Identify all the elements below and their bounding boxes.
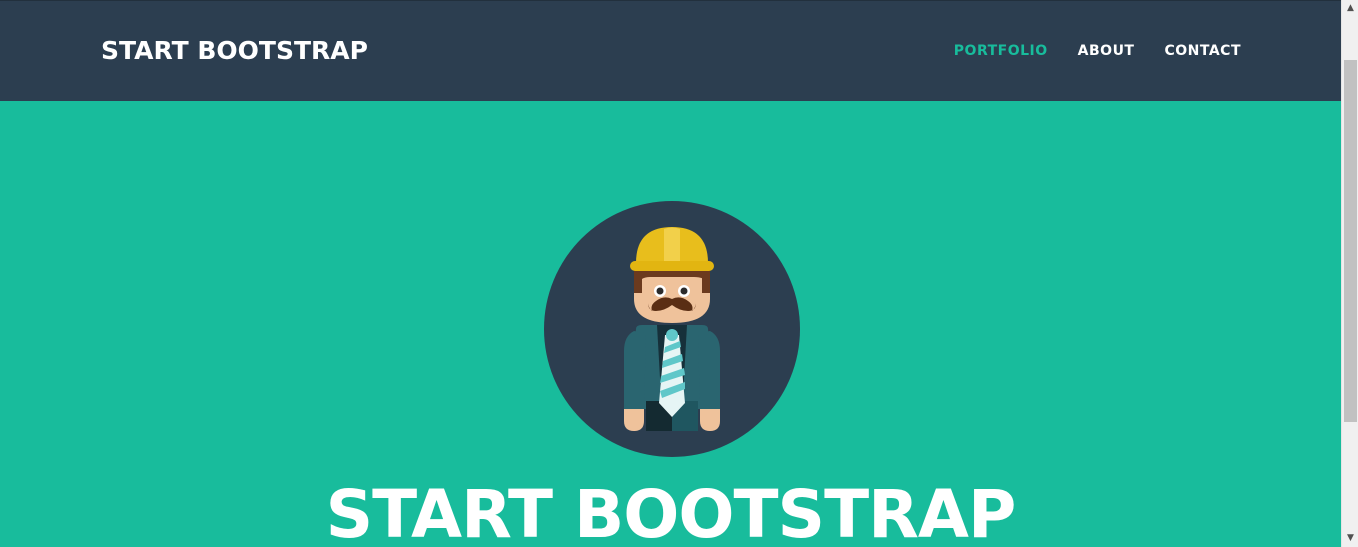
hero-title: START BOOTSTRAP — [325, 476, 1017, 547]
nav-link-contact[interactable]: CONTACT — [1149, 42, 1241, 60]
top-navbar: START BOOTSTRAP PORTFOLIO ABOUT CONTACT — [0, 0, 1341, 101]
page-viewport: START BOOTSTRAP PORTFOLIO ABOUT CONTACT — [0, 0, 1341, 547]
chevron-up-icon[interactable]: ▲ — [1342, 0, 1358, 17]
navbar-brand[interactable]: START BOOTSTRAP — [101, 36, 368, 66]
nav-links: PORTFOLIO ABOUT CONTACT — [939, 42, 1241, 60]
vertical-scrollbar[interactable]: ▲ ▼ — [1341, 0, 1358, 547]
scrollbar-thumb[interactable] — [1344, 60, 1357, 422]
nav-link-about[interactable]: ABOUT — [1063, 42, 1150, 60]
hero-section: START BOOTSTRAP — [0, 101, 1341, 547]
nav-link-portfolio[interactable]: PORTFOLIO — [939, 42, 1063, 60]
engineer-avatar-icon — [544, 201, 800, 457]
chevron-down-icon[interactable]: ▼ — [1342, 530, 1358, 547]
